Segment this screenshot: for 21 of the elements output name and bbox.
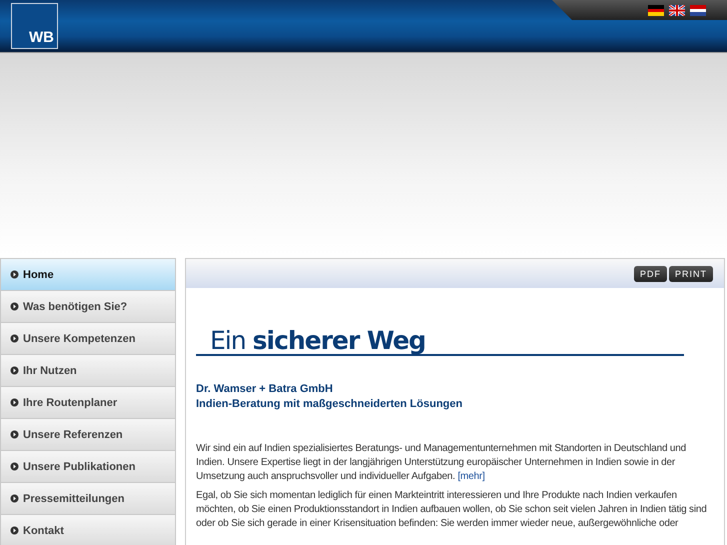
nav-item[interactable]: Was benötigen Sie? (0, 291, 176, 323)
british-flag-icon[interactable] (669, 4, 685, 16)
nav-item[interactable]: Unsere Publikationen (0, 451, 176, 483)
tagline: Indien-Beratung mit maßgeschneiderten Lösungen (196, 397, 464, 412)
nav-item[interactable]: Unsere Kompetenzen (0, 323, 176, 355)
toolbar-button[interactable]: PRINT (669, 266, 713, 282)
more-link[interactable]: [mehr] (458, 471, 485, 482)
dutch-flag-icon[interactable] (690, 4, 706, 16)
nav-item[interactable]: Ihr Nutzen (0, 355, 176, 387)
nav-item[interactable]: Unsere Referenzen (0, 419, 176, 451)
company-name: Dr. Wamser + Batra GmbH (196, 382, 334, 397)
german-flag-icon[interactable] (648, 4, 664, 16)
nav-item[interactable]: Pressemitteilungen (0, 483, 176, 515)
toolbar-button[interactable]: PDF (634, 266, 667, 282)
nav-item[interactable]: Home (0, 258, 176, 291)
logo[interactable]: WB (11, 3, 58, 49)
page-heading: Ein sicherer Weg (196, 328, 684, 356)
nav-item[interactable]: Ihre Routenplaner (0, 387, 176, 419)
nav-item[interactable]: Kontakt (0, 515, 176, 545)
paragraph: Wir sind ein auf Indien spezialisiertes Beratungs- und Managementunternehmen mit Standorten in Deutschland und Indien. Unsere Expertise liegt in der langjährigen Unterstützung europäischer Unternehmen in Indien sowie in der Umsetzung auch anspruchsvoller und individueller Aufgaben. [mehr] (196, 442, 687, 484)
paragraph: Egal, ob Sie sich momentan lediglich für einen Markteintritt interessieren und Ihre Produkte nach Indien verkaufen möchten, ob Sie einen Produktionsstandort in Indien aufbauen wollen, ob Sie schon seit vielen Jahren in Indien tätig sind oder ob Sie sich gerade in einer Krisensituation befinden: Sie werden immer wieder neue, außergewöhnliche oder (196, 489, 708, 531)
